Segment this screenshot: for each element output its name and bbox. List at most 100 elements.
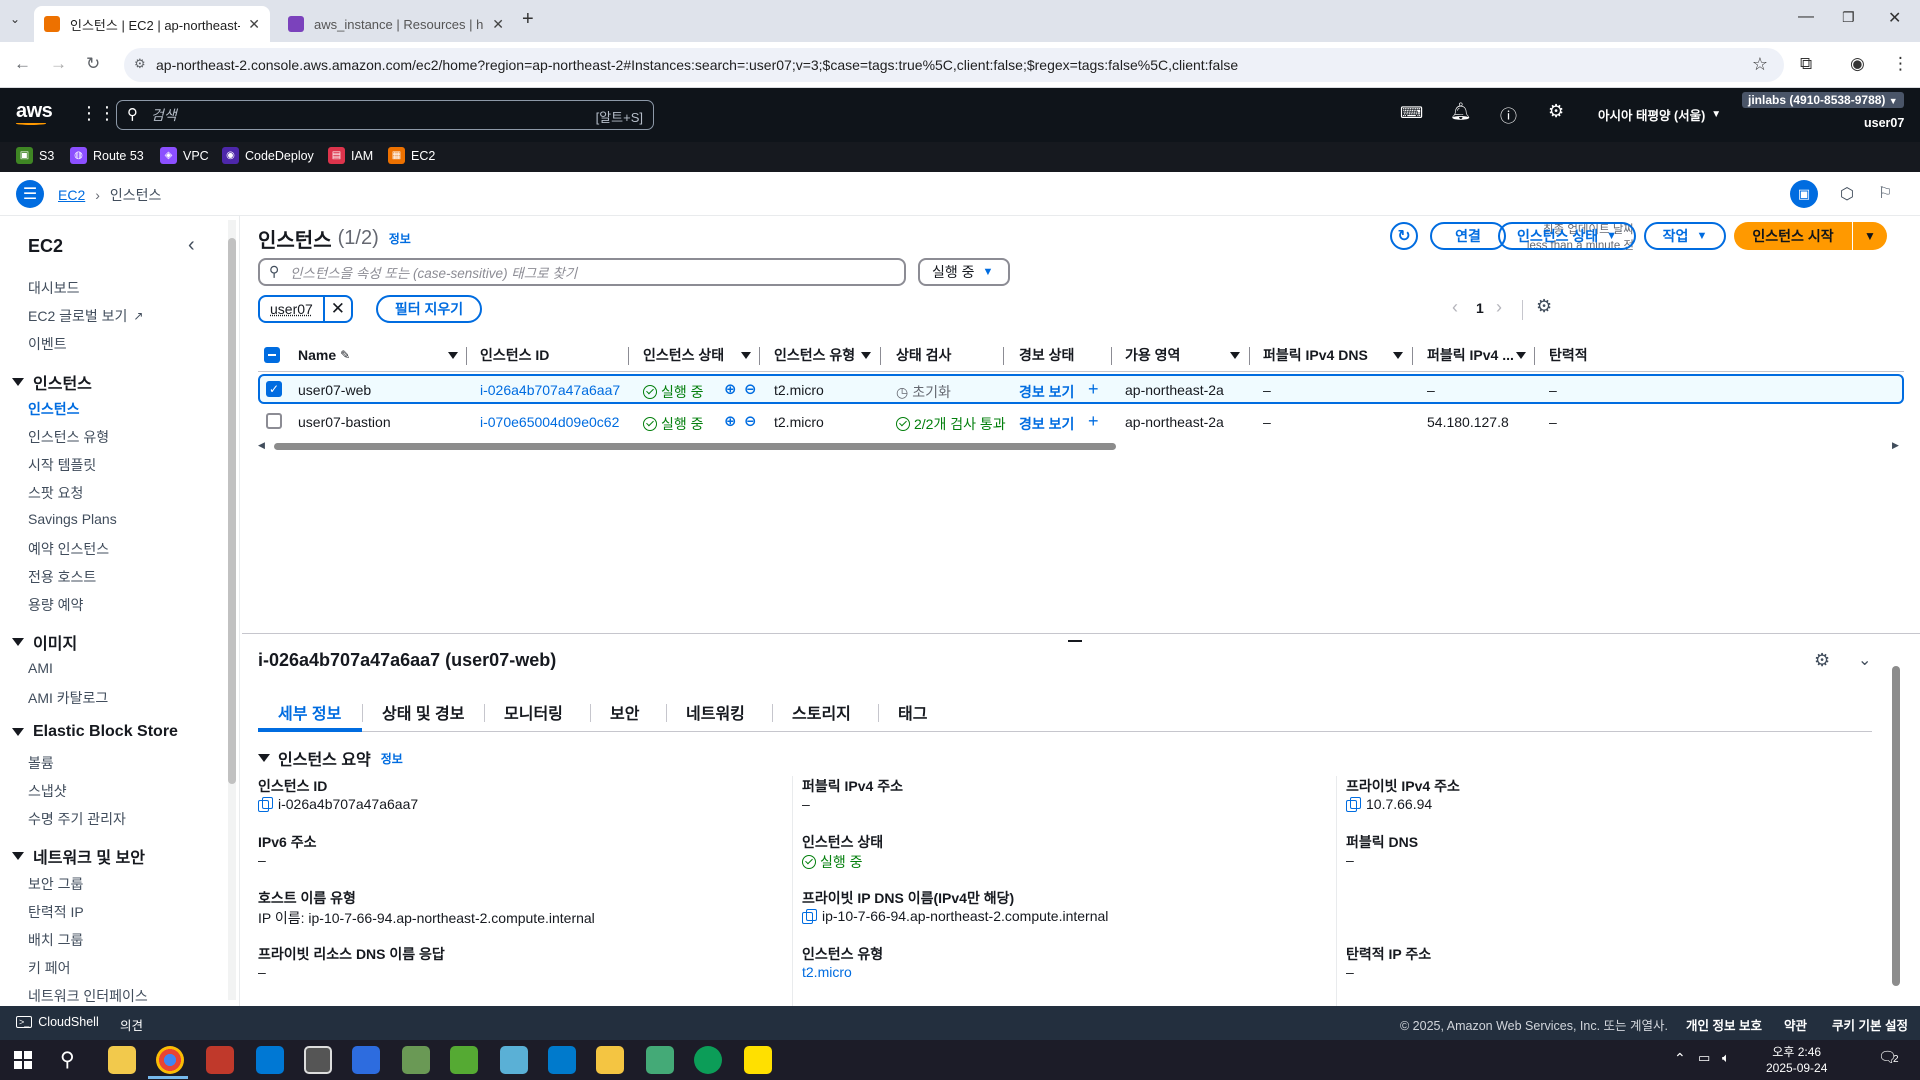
- sidebar-item-network-interfaces[interactable]: 네트워크 인터페이스: [28, 986, 148, 1006]
- app-icon[interactable]: [352, 1046, 380, 1074]
- app-icon[interactable]: [450, 1046, 478, 1074]
- sidebar-item-savings-plans[interactable]: Savings Plans: [28, 511, 117, 527]
- instance-id-link[interactable]: i-026a4b707a47a6aa7: [480, 382, 620, 398]
- kakaotalk-icon[interactable]: [744, 1046, 772, 1074]
- tray-chevron-icon[interactable]: ⌃: [1674, 1050, 1686, 1067]
- table-row[interactable]: user07-bastion i-070e65004d09e0c62 실행 중 …: [258, 406, 1904, 436]
- notification-center-icon[interactable]: 🗨︎2: [1878, 1048, 1899, 1066]
- details-scrollbar[interactable]: [1892, 650, 1902, 1004]
- filter-token-label[interactable]: user07: [260, 301, 323, 317]
- sidebar-item-dedicated-hosts[interactable]: 전용 호스트: [28, 567, 96, 587]
- select-all-checkbox[interactable]: [264, 347, 280, 363]
- app-icon[interactable]: [646, 1046, 674, 1074]
- row-checkbox[interactable]: [266, 413, 282, 429]
- close-window-icon[interactable]: ✕: [1888, 8, 1901, 28]
- info-link[interactable]: 정보: [389, 230, 411, 247]
- tray-network-icon[interactable]: ▭: [1698, 1050, 1710, 1066]
- table-horizontal-scrollbar[interactable]: ◀ ▶: [258, 440, 1904, 452]
- tab-terraform-docs[interactable]: aws_instance | Resources | hashicorp ✕: [278, 6, 514, 42]
- restore-icon[interactable]: ❐: [1842, 9, 1855, 26]
- instance-state-button[interactable]: 인스턴스 상태 ▼: [1498, 222, 1636, 250]
- remove-filter-icon[interactable]: ✕: [322, 297, 351, 321]
- clear-filters-button[interactable]: 필터 지우기: [376, 295, 482, 323]
- tab-networking[interactable]: 네트워킹: [686, 700, 745, 724]
- column-public-dns[interactable]: 퍼블릭 IPv4 DNS: [1263, 338, 1368, 372]
- sidebar-item-instances[interactable]: 인스턴스: [28, 399, 80, 419]
- copy-icon[interactable]: [802, 909, 817, 924]
- sidebar-item-ami[interactable]: AMI: [28, 660, 53, 676]
- scroll-right-icon[interactable]: ▶: [1892, 440, 1899, 451]
- column-status-check[interactable]: 상태 검사: [896, 338, 951, 372]
- value-instance-type[interactable]: t2.micro: [802, 964, 852, 980]
- scrollbar-thumb[interactable]: [274, 443, 1116, 450]
- instance-id-link[interactable]: i-070e65004d09e0c62: [480, 414, 619, 430]
- favorite-ec2[interactable]: ▦ EC2: [388, 147, 435, 164]
- launch-instance-button[interactable]: 인스턴스 시작: [1734, 222, 1852, 250]
- browser-menu-icon[interactable]: ⋮: [1892, 54, 1909, 74]
- sidebar-item-instance-types[interactable]: 인스턴스 유형: [28, 427, 109, 447]
- sidebar-item-events[interactable]: 이벤트: [28, 334, 67, 354]
- tab-storage[interactable]: 스토리지: [792, 700, 851, 724]
- sidebar-section-images[interactable]: 이미지: [12, 630, 77, 654]
- reload-icon[interactable]: ↻: [86, 54, 100, 74]
- sidebar-item-key-pairs[interactable]: 키 페어: [28, 958, 71, 978]
- back-icon[interactable]: ←: [14, 54, 31, 74]
- next-page-icon[interactable]: ›: [1496, 297, 1502, 318]
- sidebar-item-volumes[interactable]: 볼륨: [28, 753, 54, 773]
- cloudshell-button[interactable]: >_ CloudShell: [16, 1015, 99, 1029]
- launch-options-dropdown[interactable]: ▼: [1853, 222, 1887, 250]
- sidebar-item-dashboard[interactable]: 대시보드: [28, 278, 80, 298]
- zoom-in-icon[interactable]: ⊕: [724, 380, 737, 398]
- connect-button[interactable]: 연결: [1430, 222, 1506, 250]
- minimize-icon[interactable]: —: [1798, 8, 1814, 26]
- tray-volume-icon[interactable]: 🔈︎: [1722, 1050, 1730, 1066]
- sort-icon[interactable]: [448, 352, 458, 359]
- sort-icon[interactable]: [1393, 352, 1403, 359]
- instance-state-filter[interactable]: 실행 중 ▼: [918, 258, 1010, 286]
- global-search-input[interactable]: ⚲ 검색 [알트+S]: [116, 100, 654, 130]
- view-alarms-link[interactable]: 경보 보기: [1019, 414, 1074, 434]
- cloudshell-icon[interactable]: ⌨: [1400, 103, 1423, 123]
- sidebar-item-security-groups[interactable]: 보안 그룹: [28, 874, 83, 894]
- sidebar-item-placement-groups[interactable]: 배치 그룹: [28, 930, 83, 950]
- help-icon[interactable]: ⓘ: [1500, 102, 1517, 127]
- sidebar-section-ebs[interactable]: Elastic Block Store: [12, 723, 178, 741]
- tab-search-icon[interactable]: ⌄: [10, 12, 20, 26]
- column-alarm-status[interactable]: 경보 상태: [1019, 338, 1074, 372]
- add-alarm-icon[interactable]: +: [1088, 411, 1099, 432]
- close-tab-icon[interactable]: ✕: [492, 16, 504, 33]
- settings-gear-icon[interactable]: ⚙: [1548, 101, 1564, 122]
- extensions-icon[interactable]: ⧉: [1800, 54, 1812, 74]
- app-icon[interactable]: [402, 1046, 430, 1074]
- notifications-bell-icon[interactable]: 🔔︎: [1450, 102, 1472, 122]
- tab-ec2-instances[interactable]: 인스턴스 | EC2 | ap-northeast-2 ✕: [34, 6, 270, 42]
- sidebar-item-elastic-ips[interactable]: 탄력적 IP: [28, 902, 84, 922]
- resize-handle[interactable]: [1068, 640, 1082, 642]
- address-bar[interactable]: ⚙ ap-northeast-2.console.aws.amazon.com/…: [124, 48, 1784, 82]
- edge-icon[interactable]: [694, 1046, 722, 1074]
- sort-icon[interactable]: [741, 352, 751, 359]
- account-menu[interactable]: jinlabs (4910-8538-9788) ▼: [1742, 92, 1904, 108]
- page-number[interactable]: 1: [1476, 300, 1484, 316]
- app-icon[interactable]: [256, 1046, 284, 1074]
- new-tab-icon[interactable]: +: [522, 8, 534, 31]
- favorite-s3[interactable]: ▣ S3: [16, 147, 54, 164]
- actions-button[interactable]: 작업 ▼: [1644, 222, 1726, 250]
- tab-monitoring[interactable]: 모니터링: [504, 700, 563, 724]
- favorite-route53[interactable]: ◍ Route 53: [70, 147, 144, 164]
- tab-status-alarms[interactable]: 상태 및 경보: [382, 700, 465, 724]
- close-tab-icon[interactable]: ✕: [248, 16, 260, 33]
- file-explorer-icon[interactable]: [108, 1046, 136, 1074]
- column-instance-id[interactable]: 인스턴스 ID: [480, 338, 549, 372]
- favorite-iam[interactable]: ▤ IAM: [328, 147, 373, 164]
- tab-security[interactable]: 보안: [610, 700, 639, 724]
- hamburger-menu-icon[interactable]: ☰: [16, 180, 44, 208]
- tools-panel-icon[interactable]: ⚐: [1878, 183, 1892, 203]
- column-availability-zone[interactable]: 가용 영역: [1125, 338, 1180, 372]
- sidebar-scrollbar[interactable]: [228, 220, 236, 1000]
- column-elastic-ip[interactable]: 탄력적: [1549, 338, 1588, 372]
- add-alarm-icon[interactable]: +: [1088, 379, 1099, 400]
- chrome-icon[interactable]: [156, 1046, 184, 1074]
- site-info-icon[interactable]: ⚙: [134, 56, 146, 72]
- notifications-panel-icon[interactable]: ⬡: [1840, 184, 1854, 204]
